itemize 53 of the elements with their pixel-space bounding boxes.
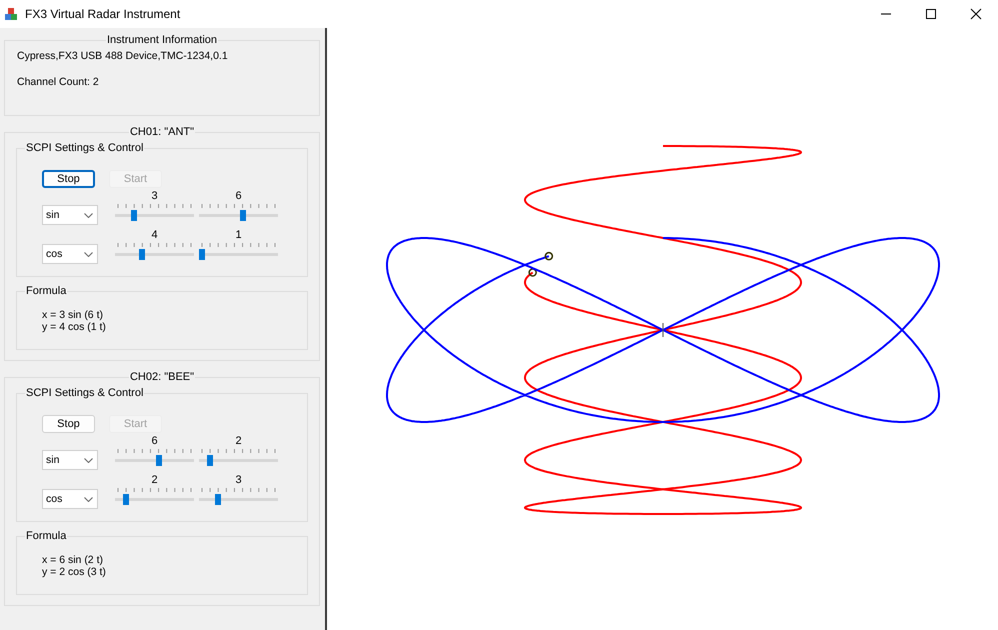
slider-thumb[interactable] (131, 210, 138, 221)
slider-value: 1 (235, 229, 242, 243)
slider-value: 4 (151, 229, 158, 243)
device-identity: Cypress,FX3 USB 488 Device,TMC-1234,0.1 (17, 50, 229, 63)
stop-button[interactable]: Stop (42, 170, 95, 188)
slider-value: 6 (151, 435, 158, 449)
group-title: CH01: "ANT" (128, 126, 196, 138)
chevron-down-icon (84, 252, 93, 256)
function-dropdown[interactable]: sin (42, 450, 98, 470)
slider-value: 6 (235, 190, 242, 204)
slider-value: 3 (235, 474, 242, 488)
slider[interactable] (115, 455, 194, 466)
channel-count: Channel Count: 2 (17, 76, 100, 89)
slider-thumb[interactable] (123, 494, 130, 505)
slider[interactable] (115, 249, 194, 260)
slider-value: 3 (151, 190, 158, 204)
chevron-down-icon (84, 496, 93, 502)
slider[interactable] (199, 249, 278, 260)
formula-line: y = 2 cos (3 t) (42, 566, 107, 578)
slider[interactable] (199, 455, 278, 466)
slider[interactable] (199, 494, 278, 505)
slider[interactable] (115, 494, 194, 505)
slider-thumb[interactable] (156, 455, 162, 466)
slider-thumb[interactable] (199, 249, 205, 260)
formula-line: x = 3 sin (6 t) (42, 309, 104, 321)
slider-thumb[interactable] (215, 494, 222, 505)
slider-thumb[interactable] (207, 455, 214, 466)
function-dropdown[interactable]: cos (42, 489, 98, 509)
chevron-down-icon (84, 212, 93, 218)
window-title: FX3 Virtual Radar Instrument (25, 7, 180, 21)
slider[interactable] (115, 210, 194, 221)
group-title: SCPI Settings & Control (25, 387, 144, 399)
group-title: Formula (25, 530, 68, 542)
group-title: SCPI Settings & Control (25, 142, 144, 154)
group-title: Formula (25, 285, 68, 297)
app-cubes-icon (4, 6, 19, 22)
end-marker (528, 268, 537, 277)
maximize-icon (924, 8, 936, 20)
slider-thumb[interactable] (240, 210, 246, 221)
close-icon (970, 8, 982, 20)
function-dropdown[interactable]: sin (42, 205, 98, 225)
slider[interactable] (199, 210, 278, 221)
slider-value: 2 (235, 435, 242, 449)
group-title: Instrument Information (106, 34, 218, 46)
function-dropdown[interactable]: cos (42, 244, 98, 264)
slider-value: 2 (151, 474, 158, 488)
end-marker (544, 252, 554, 260)
formula-line: y = 4 cos (1 t) (42, 321, 107, 333)
stop-button[interactable]: Stop (42, 415, 95, 433)
group-title: CH02: "BEE" (128, 371, 196, 383)
formula-line: x = 6 sin (2 t) (42, 554, 104, 566)
slider-thumb[interactable] (139, 249, 146, 260)
chevron-down-icon (84, 458, 93, 462)
